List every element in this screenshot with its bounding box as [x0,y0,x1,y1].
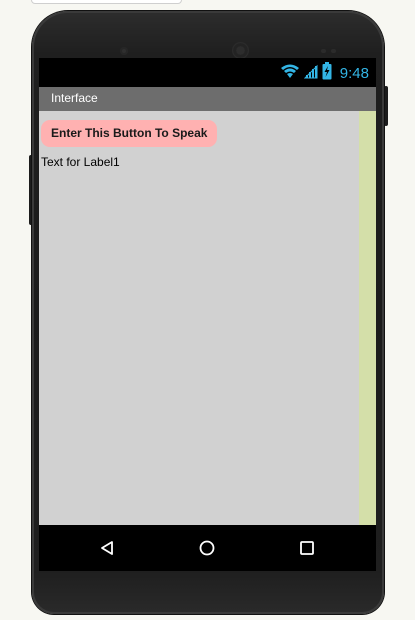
status-bar: 9:48 [39,58,376,87]
app-title-bar: Interface [39,87,376,111]
top-tab [31,0,182,4]
app-title: Interface [51,91,98,105]
status-icons: 9:48 [280,61,369,85]
earpiece-speaker-icon [232,42,249,59]
recents-icon[interactable] [295,537,319,559]
proximity-sensor-icon [321,49,326,53]
signal-icon [303,63,318,84]
right-edge-strip [359,111,376,525]
navigation-bar [39,525,376,571]
phone-screen: 9:48 Interface Enter This Button To Spea… [39,58,376,571]
front-camera-icon [120,47,128,55]
label1: Text for Label1 [41,155,120,169]
screen-content: Enter This Button To Speak Text for Labe… [39,111,359,525]
battery-charging-icon [322,61,332,85]
home-icon[interactable] [195,537,219,559]
phone-power-button [384,86,388,126]
wifi-icon [280,63,300,84]
status-clock: 9:48 [339,64,369,82]
light-sensor-icon [331,49,336,53]
speak-button[interactable]: Enter This Button To Speak [41,120,218,147]
back-icon[interactable] [95,537,119,559]
